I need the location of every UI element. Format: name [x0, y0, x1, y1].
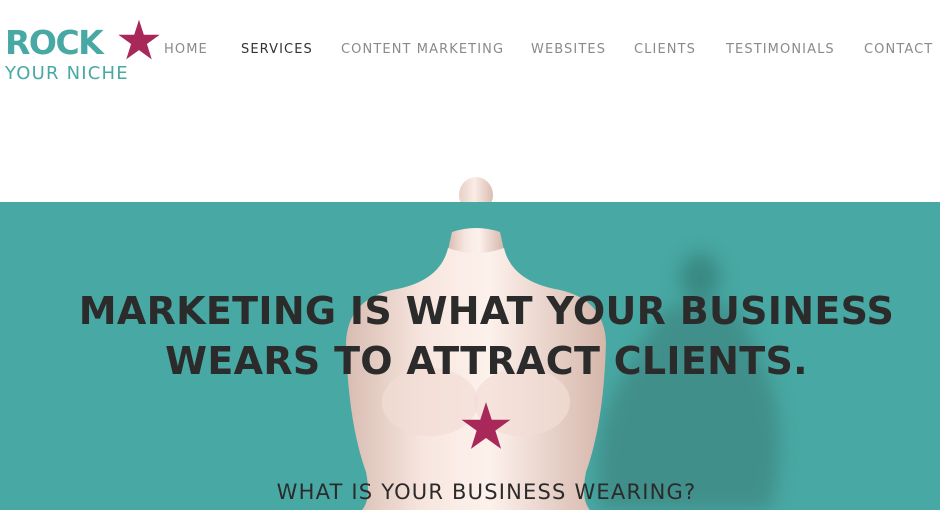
logo-wordmark-rock: ROCK	[5, 23, 104, 62]
nav-item-content-marketing[interactable]: CONTENT MARKETING	[341, 42, 504, 57]
hero-headline-line-2: WEARS TO ATTRACT CLIENTS.	[165, 339, 808, 383]
nav-item-clients[interactable]: CLIENTS	[634, 42, 696, 57]
site-logo[interactable]: ROCK YOUR NICHE	[5, 18, 165, 88]
hero-headline-line-1: MARKETING IS WHAT YOUR BUSINESS	[78, 289, 895, 333]
logo-wordmark-niche: YOUR NICHE	[5, 63, 129, 84]
star-icon	[461, 402, 511, 449]
hero-section: MARKETING IS WHAT YOUR BUSINESS WEARS TO…	[0, 202, 940, 510]
hero-subline: WHAT IS YOUR BUSINESS WEARING?	[276, 480, 697, 504]
nav-item-websites[interactable]: WEBSITES	[531, 42, 606, 57]
hero-headline: MARKETING IS WHAT YOUR BUSINESS WEARS TO…	[0, 286, 940, 386]
site-header: ROCK YOUR NICHE HOME SERVICES CONTENT MA…	[0, 0, 940, 100]
logo-star-icon	[118, 19, 160, 60]
nav-item-testimonials[interactable]: TESTIMONIALS	[726, 42, 835, 57]
nav-item-contact[interactable]: CONTACT	[864, 42, 933, 57]
nav-item-home[interactable]: HOME	[164, 42, 208, 57]
nav-item-services[interactable]: SERVICES	[241, 42, 313, 57]
